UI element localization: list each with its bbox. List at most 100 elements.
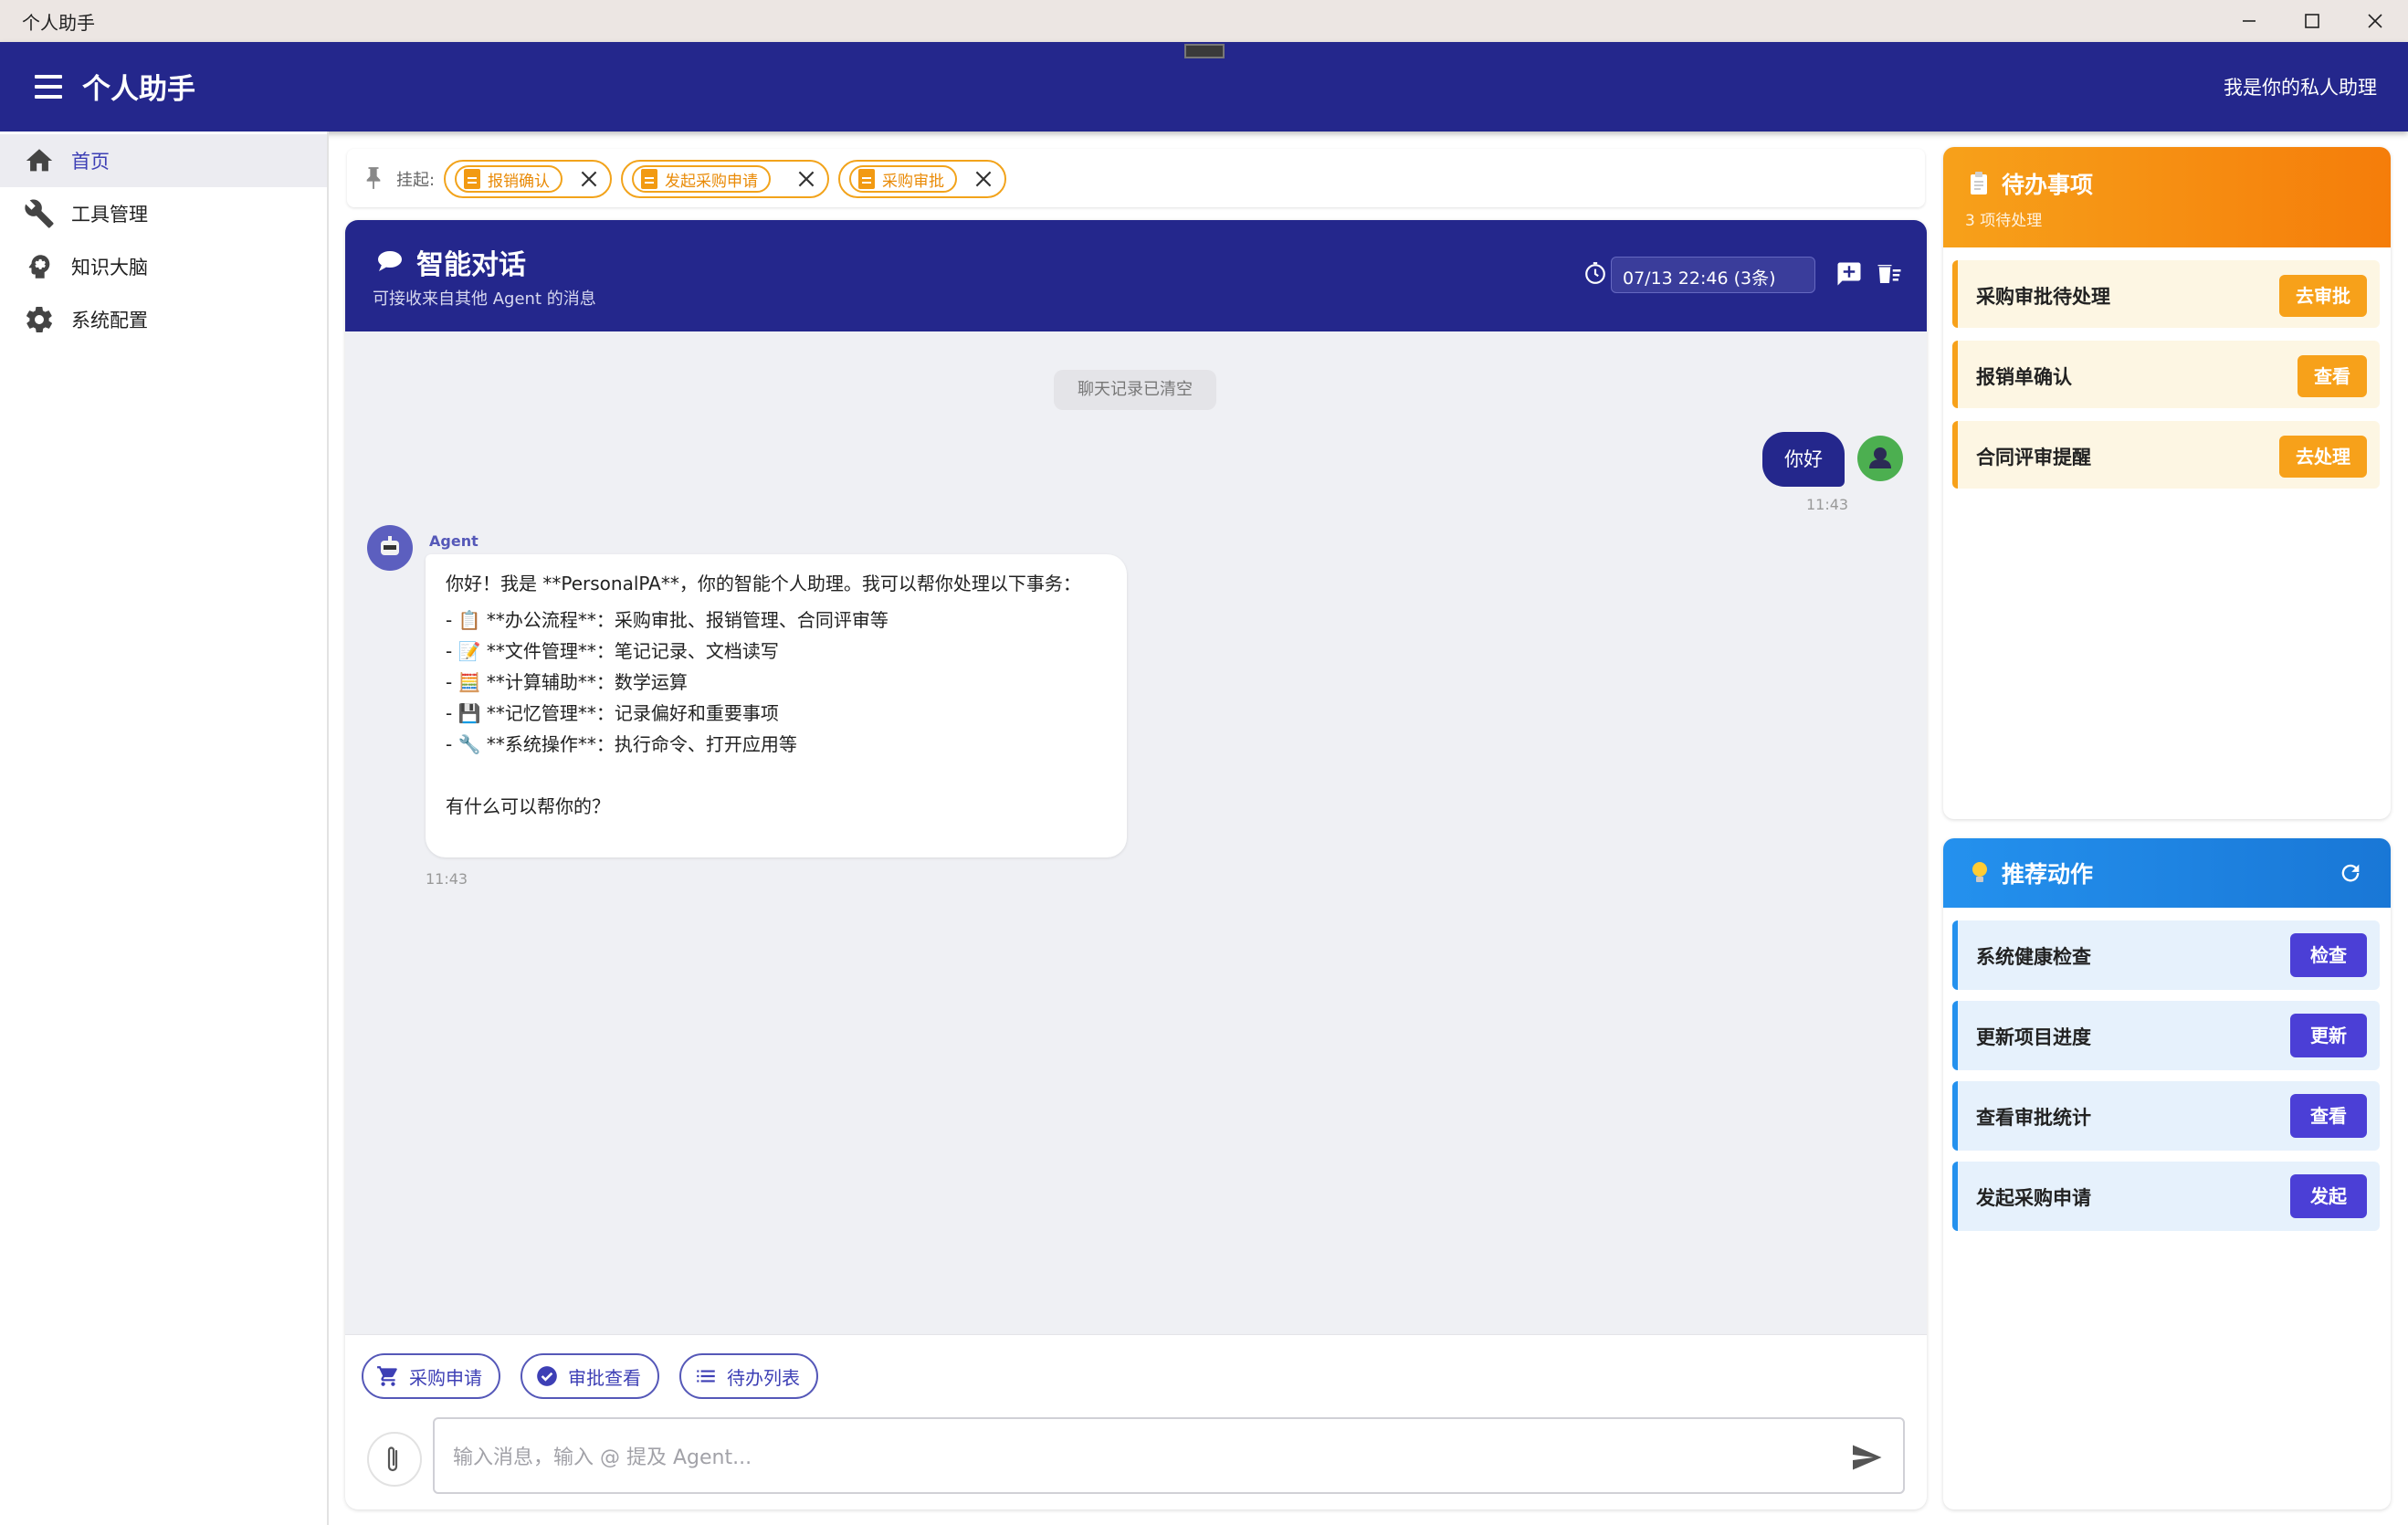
drag-handle[interactable]: [1184, 44, 1225, 58]
close-icon[interactable]: [794, 167, 818, 191]
pinned-label: 挂起:: [396, 171, 436, 190]
recommend-item-label: 发起采购申请: [1976, 1187, 2091, 1209]
history-icon: [1585, 262, 1605, 284]
message-line: - 🔧 **系统操作**：执行命令、打开应用等: [446, 733, 797, 755]
user-message-bubble: 你好: [1762, 432, 1845, 487]
message-line: 你好！我是 **PersonalPA**，你的智能个人助理。我可以帮你处理以下事…: [446, 573, 1081, 594]
message-line: - 📋 **办公流程**：采购审批、报销管理、合同评审等: [446, 609, 889, 631]
window-titlebar: 个人助手: [0, 0, 2408, 42]
chat-panel: 智能对话 可接收来自其他 Agent 的消息 07/13 22:46 (3条) …: [345, 220, 1927, 1509]
todo-item-label: 合同评审提醒: [1976, 447, 2091, 468]
document-icon: [641, 169, 657, 189]
quick-action-label: 审批查看: [568, 1366, 641, 1389]
robot-icon: [381, 536, 399, 555]
pinned-chip[interactable]: 采购审批: [838, 160, 1006, 198]
todo-header: 待办事项 3 项待处理: [1943, 147, 2391, 247]
window-title: 个人助手: [22, 11, 95, 34]
recommend-action-button[interactable]: 发起: [2290, 1174, 2367, 1218]
message-line: - 💾 **记忆管理**：记录偏好和重要事项: [446, 702, 779, 724]
todo-title: 待办事项: [2002, 172, 2094, 198]
chip-label: 发起采购申请: [665, 172, 758, 191]
menu-icon[interactable]: [35, 75, 62, 99]
quick-action-approval[interactable]: 审批查看: [521, 1353, 659, 1399]
close-window-button[interactable]: [2343, 0, 2407, 42]
pinned-chip[interactable]: 发起采购申请: [621, 160, 829, 198]
message-line: - 📝 **文件管理**：笔记记录、文档读写: [446, 640, 779, 662]
quick-action-label: 采购申请: [409, 1366, 482, 1389]
recommend-item: 更新项目进度 更新: [1952, 1001, 2380, 1070]
agent-avatar: [367, 525, 413, 571]
chip-body: 报销确认: [455, 165, 563, 193]
todo-item: 报销单确认 查看: [1952, 341, 2380, 408]
pin-icon: [366, 167, 381, 189]
recommend-item-label: 查看审批统计: [1976, 1107, 2091, 1129]
user-avatar: [1857, 436, 1903, 481]
message-time: 11:43: [1806, 496, 1849, 513]
todo-item: 采购审批待处理 去审批: [1952, 260, 2380, 328]
recommend-action-button[interactable]: 更新: [2290, 1014, 2367, 1057]
clipboard-icon: [1971, 172, 1987, 195]
todo-action-button[interactable]: 去处理: [2279, 436, 2367, 478]
check-circle-icon: [537, 1366, 557, 1386]
recommend-item: 系统健康检查 检查: [1952, 920, 2380, 990]
quick-action-todo[interactable]: 待办列表: [679, 1353, 818, 1399]
recommend-header: 推荐动作: [1943, 838, 2391, 908]
sidebar-item-knowledge[interactable]: 知识大脑: [0, 240, 327, 293]
todo-action-button[interactable]: 查看: [2298, 355, 2367, 397]
todo-item: 合同评审提醒 去处理: [1952, 421, 2380, 489]
chat-composer: 采购申请 审批查看 待办列表: [345, 1334, 1927, 1509]
clear-chat-icon[interactable]: [1876, 260, 1903, 288]
sidebar-item-label: 知识大脑: [71, 257, 148, 279]
message-time: 11:43: [426, 870, 468, 888]
agent-message-bubble: 你好！我是 **PersonalPA**，你的智能个人助理。我可以帮你处理以下事…: [426, 554, 1127, 857]
send-icon[interactable]: [1850, 1441, 1883, 1474]
close-icon[interactable]: [577, 167, 601, 191]
chip-label: 采购审批: [882, 172, 944, 191]
agent-name: Agent: [429, 532, 478, 550]
sidebar-item-tools[interactable]: 工具管理: [0, 187, 327, 240]
new-chat-icon[interactable]: [1835, 260, 1863, 288]
chip-body: 发起采购申请: [632, 165, 771, 193]
cart-icon: [377, 1366, 397, 1386]
message-input[interactable]: [453, 1439, 1804, 1476]
message-line: 有什么可以帮你的？: [446, 795, 610, 817]
pinned-chip[interactable]: 报销确认: [444, 160, 612, 198]
chip-label: 报销确认: [488, 172, 550, 191]
close-icon[interactable]: [972, 167, 995, 191]
recommend-item: 查看审批统计 查看: [1952, 1081, 2380, 1151]
chat-header: 智能对话 可接收来自其他 Agent 的消息 07/13 22:46 (3条): [345, 220, 1927, 331]
todo-item-label: 报销单确认: [1976, 366, 2072, 388]
todo-action-button[interactable]: 去审批: [2279, 275, 2367, 317]
paperclip-icon: [387, 1446, 398, 1472]
message-list[interactable]: 聊天记录已清空 你好 11:43 Agent 你好！我是 **PersonalP…: [345, 331, 1927, 1336]
close-icon: [2368, 14, 2382, 28]
sidebar-item-home[interactable]: 首页: [0, 134, 327, 187]
quick-action-purchase[interactable]: 采购申请: [362, 1353, 500, 1399]
message-line: - 🧮 **计算辅助**：数学运算: [446, 671, 688, 693]
document-icon: [464, 169, 480, 189]
recommend-action-button[interactable]: 检查: [2290, 933, 2367, 977]
app-subtitle: 我是你的私人助理: [2224, 77, 2377, 99]
recommend-item-label: 更新项目进度: [1976, 1026, 2091, 1048]
refresh-icon[interactable]: [2338, 860, 2363, 886]
recommend-action-button[interactable]: 查看: [2290, 1094, 2367, 1138]
list-icon: [697, 1370, 715, 1383]
attach-button[interactable]: [367, 1432, 422, 1487]
minimize-button[interactable]: [2217, 0, 2281, 42]
pinned-tasks-bar: 挂起: 报销确认 发起采购申请 采购审批: [347, 149, 1925, 207]
lightbulb-icon: [1972, 862, 1987, 882]
recommend-item: 发起采购申请 发起: [1952, 1162, 2380, 1231]
session-selector[interactable]: 07/13 22:46 (3条): [1611, 257, 1815, 293]
todo-item-label: 采购审批待处理: [1976, 286, 2110, 308]
message-input-box[interactable]: [433, 1417, 1905, 1494]
maximize-button[interactable]: [2280, 0, 2344, 42]
recommend-panel: 推荐动作 系统健康检查 检查 更新项目进度 更新 查看审批统计 查看 发起采购申…: [1943, 838, 2391, 1509]
system-note: 聊天记录已清空: [1054, 370, 1216, 410]
recommend-title: 推荐动作: [2002, 861, 2094, 888]
recommend-item-label: 系统健康检查: [1976, 946, 2091, 968]
sidebar-item-settings[interactable]: 系统配置: [0, 293, 327, 346]
chip-body: 采购审批: [849, 165, 957, 193]
sidebar-item-label: 首页: [71, 151, 110, 173]
chat-subtitle: 可接收来自其他 Agent 的消息: [373, 289, 596, 309]
chat-title: 智能对话: [416, 249, 526, 281]
